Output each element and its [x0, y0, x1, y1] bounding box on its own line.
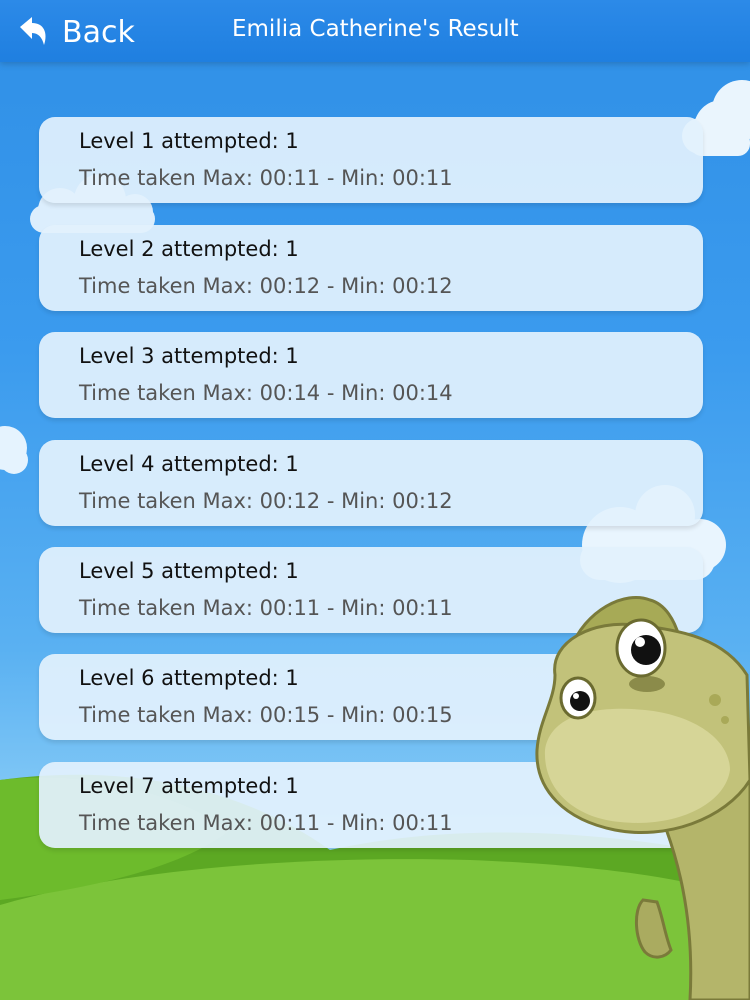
page-title: Emilia Catherine's Result [232, 16, 519, 42]
time-label: Time taken Max: 00:11 - Min: 00:11 [79, 811, 453, 835]
time-label: Time taken Max: 00:11 - Min: 00:11 [79, 596, 453, 620]
result-card-level-2: Level 2 attempted: 1 Time taken Max: 00:… [39, 225, 703, 311]
attempt-label: Level 4 attempted: 1 [79, 452, 299, 476]
time-label: Time taken Max: 00:12 - Min: 00:12 [79, 274, 453, 298]
time-label: Time taken Max: 00:14 - Min: 00:14 [79, 381, 453, 405]
result-card-level-1: Level 1 attempted: 1 Time taken Max: 00:… [39, 117, 703, 203]
header-bar: Back Emilia Catherine's Result [0, 0, 750, 62]
dinosaur-mascot [535, 595, 750, 1000]
time-label: Time taken Max: 00:11 - Min: 00:11 [79, 166, 453, 190]
back-label: Back [62, 14, 135, 50]
result-card-level-3: Level 3 attempted: 1 Time taken Max: 00:… [39, 332, 703, 418]
attempt-label: Level 2 attempted: 1 [79, 237, 299, 261]
back-button[interactable]: Back [14, 10, 135, 54]
back-arrow-icon [20, 17, 46, 45]
attempt-label: Level 7 attempted: 1 [79, 774, 299, 798]
time-label: Time taken Max: 00:15 - Min: 00:15 [79, 703, 453, 727]
time-label: Time taken Max: 00:12 - Min: 00:12 [79, 489, 453, 513]
attempt-label: Level 5 attempted: 1 [79, 559, 299, 583]
result-card-level-4: Level 4 attempted: 1 Time taken Max: 00:… [39, 440, 703, 526]
attempt-label: Level 3 attempted: 1 [79, 344, 299, 368]
attempt-label: Level 1 attempted: 1 [79, 129, 299, 153]
attempt-label: Level 6 attempted: 1 [79, 666, 299, 690]
